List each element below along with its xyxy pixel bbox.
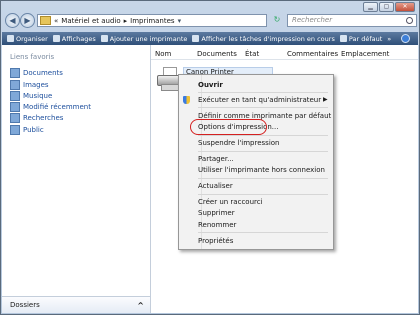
documents-icon bbox=[10, 68, 20, 78]
sidebar-item-documents[interactable]: Documents bbox=[10, 68, 63, 78]
help-icon bbox=[401, 34, 410, 43]
organize-button[interactable]: Organiser bbox=[7, 35, 48, 43]
column-nom[interactable]: Nom bbox=[155, 50, 171, 58]
toolbar-overflow-button[interactable]: » bbox=[387, 35, 391, 43]
views-icon bbox=[52, 35, 60, 42]
add-printer-button[interactable]: Ajouter une imprimante bbox=[100, 35, 187, 43]
menu-separator bbox=[198, 151, 328, 152]
refresh-icon[interactable]: ↻ bbox=[271, 14, 283, 25]
default-check-icon bbox=[339, 35, 347, 42]
folder-icon bbox=[40, 16, 51, 25]
title-bar: ▁ ▢ ✕ bbox=[1, 1, 419, 12]
menu-separator bbox=[198, 232, 328, 233]
menu-item-share[interactable]: Partager... bbox=[198, 155, 234, 163]
public-folder-icon bbox=[10, 125, 20, 135]
column-documents[interactable]: Documents bbox=[197, 50, 237, 58]
breadcrumb-imprimantes[interactable]: Imprimantes bbox=[130, 17, 174, 25]
music-icon bbox=[10, 91, 20, 101]
menu-item-properties[interactable]: Propriétés bbox=[198, 237, 233, 245]
breadcrumb-separator[interactable]: ▸ bbox=[124, 17, 128, 25]
see-print-jobs-button[interactable]: Afficher les tâches d'impression en cour… bbox=[192, 35, 335, 43]
search-placeholder: Rechercher bbox=[292, 16, 333, 24]
help-button[interactable] bbox=[401, 34, 412, 43]
organize-icon bbox=[7, 35, 14, 42]
favorites-heading: Liens favoris bbox=[10, 53, 55, 61]
add-printer-icon bbox=[100, 35, 108, 42]
menu-item-run-as-admin[interactable]: Exécuter en tant qu'administrateur bbox=[183, 96, 321, 104]
menu-separator bbox=[198, 178, 328, 179]
breadcrumb-materiel-audio[interactable]: Matériel et audio bbox=[61, 17, 120, 25]
recent-icon bbox=[10, 102, 20, 112]
menu-item-delete[interactable]: Supprimer bbox=[198, 209, 235, 217]
folders-toggle[interactable]: Dossiers ^ bbox=[2, 296, 150, 313]
menu-separator bbox=[198, 194, 328, 195]
column-etat[interactable]: État bbox=[245, 50, 259, 58]
sidebar-item-images[interactable]: Images bbox=[10, 80, 49, 90]
menu-item-pause-printing[interactable]: Suspendre l'impression bbox=[198, 139, 279, 147]
address-bar[interactable]: « Matériel et audio ▸ Imprimantes ▾ bbox=[37, 14, 267, 27]
menu-separator bbox=[198, 135, 328, 136]
maximize-button[interactable]: ▢ bbox=[379, 2, 394, 12]
images-icon bbox=[10, 80, 20, 90]
forward-button[interactable]: ▶ bbox=[20, 13, 35, 28]
menu-item-rename[interactable]: Renommer bbox=[198, 221, 236, 229]
navigation-pane: Liens favoris Documents Images Musique M… bbox=[2, 45, 151, 313]
minimize-button[interactable]: ▁ bbox=[363, 2, 378, 12]
menu-item-ouvrir[interactable]: Ouvrir bbox=[198, 81, 223, 89]
context-menu: Ouvrir Exécuter en tant qu'administrateu… bbox=[178, 74, 334, 250]
menu-item-refresh[interactable]: Actualiser bbox=[198, 182, 233, 190]
menu-item-use-offline[interactable]: Utiliser l'imprimante hors connexion bbox=[198, 166, 325, 174]
address-chevron: « bbox=[54, 16, 59, 25]
sidebar-item-musique[interactable]: Musique bbox=[10, 91, 52, 101]
search-icon[interactable] bbox=[406, 17, 413, 24]
sidebar-item-recherches[interactable]: Recherches bbox=[10, 113, 63, 123]
print-queue-icon bbox=[192, 35, 200, 42]
menu-item-create-shortcut[interactable]: Créer un raccourci bbox=[198, 198, 263, 206]
highlight-ring bbox=[190, 119, 267, 135]
close-button[interactable]: ✕ bbox=[395, 2, 415, 12]
chevron-down-icon[interactable]: ▾ bbox=[178, 17, 182, 25]
submenu-arrow-icon: ▶ bbox=[323, 96, 328, 103]
chevron-up-icon: ^ bbox=[137, 300, 144, 310]
sidebar-item-recent[interactable]: Modifié récemment bbox=[10, 102, 91, 112]
sidebar-item-public[interactable]: Public bbox=[10, 125, 44, 135]
column-emplacement[interactable]: Emplacement bbox=[341, 50, 389, 58]
address-row: ◀ ▶ « Matériel et audio ▸ Imprimantes ▾ … bbox=[5, 13, 417, 29]
menu-separator bbox=[198, 92, 328, 93]
views-button[interactable]: Affichages bbox=[52, 35, 96, 43]
search-input[interactable]: Rechercher bbox=[287, 14, 417, 27]
command-toolbar: Organiser Affichages Ajouter une imprima… bbox=[2, 32, 418, 45]
menu-separator bbox=[198, 107, 328, 108]
column-commentaires[interactable]: Commentaires bbox=[287, 50, 338, 58]
back-button[interactable]: ◀ bbox=[5, 13, 20, 28]
column-headers: Nom Documents État Commentaires Emplacem… bbox=[151, 48, 418, 60]
set-default-button[interactable]: Par défaut bbox=[339, 35, 382, 43]
shield-icon bbox=[183, 96, 190, 104]
searches-icon bbox=[10, 113, 20, 123]
